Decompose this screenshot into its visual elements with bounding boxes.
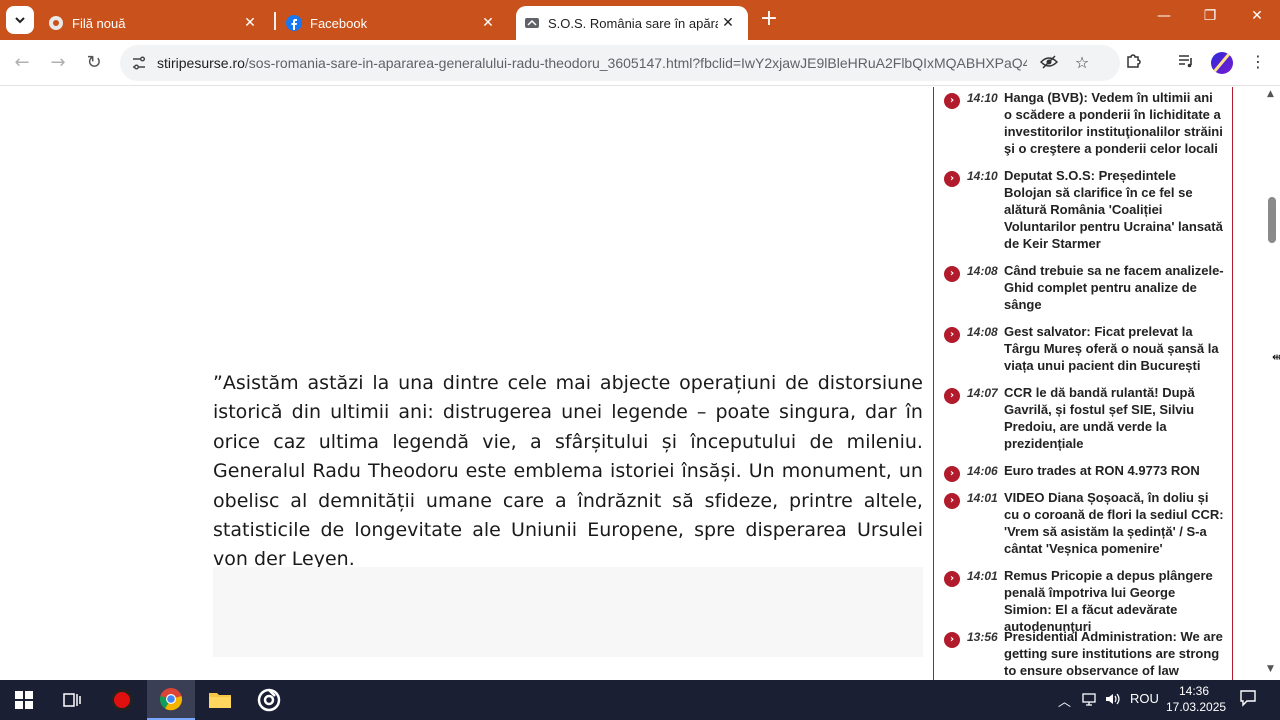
chevron-right-icon: › — [944, 93, 960, 109]
chevron-right-icon: › — [944, 266, 960, 282]
stiri-icon — [525, 18, 539, 28]
scroll-up-arrow-icon[interactable]: ▲ — [1267, 89, 1274, 99]
resize-cursor-icon: ⇹ — [1272, 350, 1280, 364]
taskbar-clock[interactable]: 14:36 17.03.2025 — [1166, 683, 1227, 715]
news-time: 14:07 — [967, 386, 998, 400]
new-tab-button[interactable]: + — [758, 8, 780, 30]
news-time: 14:08 — [967, 325, 998, 339]
tab-new-tab[interactable]: Filă nouă ✕ — [40, 6, 270, 40]
news-title[interactable]: Remus Pricopie a depus plângere penală î… — [1004, 567, 1224, 635]
back-arrow-icon[interactable]: ← — [10, 52, 34, 73]
latest-news-sidebar: › 14:10 Hanga (BVB): Vedem în ultimii an… — [933, 87, 1233, 680]
file-explorer-icon[interactable] — [196, 680, 244, 720]
chevron-right-icon: › — [944, 171, 960, 187]
language-indicator[interactable]: ROU — [1130, 691, 1159, 706]
ad-placeholder — [213, 567, 923, 657]
media-control-icon[interactable] — [1174, 52, 1198, 74]
notifications-icon[interactable] — [1239, 689, 1257, 710]
tab-divider — [274, 12, 276, 30]
news-time: 14:01 — [967, 491, 998, 505]
address-bar[interactable]: stiripesurse.ro/sos-romania-sare-in-apar… — [120, 45, 1120, 81]
url-host: stiripesurse.ro — [157, 55, 245, 71]
reload-icon[interactable]: ↻ — [82, 52, 106, 73]
tab-facebook[interactable]: Facebook ✕ — [278, 6, 508, 40]
chrome-icon — [49, 16, 63, 30]
news-title[interactable]: Gest salvator: Ficat prelevat la Târgu M… — [1004, 323, 1224, 374]
tab-label: S.O.S. România sare în apărarea — [548, 15, 718, 31]
site-settings-icon[interactable] — [130, 54, 148, 72]
url-text[interactable]: stiripesurse.ro/sos-romania-sare-in-apar… — [157, 55, 1027, 71]
news-title[interactable]: Deputat S.O.S: Președintele Bolojan să c… — [1004, 167, 1224, 252]
facebook-icon — [286, 15, 302, 31]
eye-slash-icon[interactable] — [1038, 53, 1060, 75]
news-title[interactable]: Presidential Administration: We are gett… — [1004, 628, 1224, 679]
chrome-taskbar-icon[interactable] — [147, 680, 195, 720]
news-time: 13:56 — [967, 630, 998, 644]
news-title[interactable]: Euro trades at RON 4.9773 RON — [1004, 462, 1224, 479]
news-title[interactable]: Când trebuie sa ne facem analizele- Ghid… — [1004, 262, 1224, 313]
tab-search-button[interactable] — [6, 6, 34, 34]
news-time: 14:10 — [967, 91, 998, 105]
close-window-icon[interactable]: ✕ — [1245, 8, 1269, 24]
scrollbar-thumb[interactable] — [1268, 197, 1276, 243]
url-path: /sos-romania-sare-in-apararea-generalulu… — [244, 55, 1027, 71]
chevron-up-icon[interactable]: ︿ — [1058, 691, 1071, 710]
chevron-right-icon: › — [944, 327, 960, 343]
news-title[interactable]: Hanga (BVB): Vedem în ultimii ani o scăd… — [1004, 89, 1224, 157]
page-scrollbar[interactable]: ▲ ▼ — [1264, 87, 1280, 680]
tab-active-article[interactable]: S.O.S. România sare în apărarea ✕ — [516, 6, 748, 40]
news-title[interactable]: CCR le dă bandă rulantă! După Gavrilă, ș… — [1004, 384, 1224, 452]
restore-icon[interactable]: ❐ — [1198, 8, 1222, 24]
clock-time: 14:36 — [1178, 684, 1210, 698]
clock-date: 17.03.2025 — [1166, 700, 1227, 714]
extensions-icon[interactable] — [1121, 52, 1145, 74]
tab-label: Filă nouă — [72, 15, 126, 31]
app-ring-icon[interactable] — [245, 680, 293, 720]
chevron-right-icon: › — [944, 493, 960, 509]
volume-icon[interactable] — [1104, 691, 1122, 710]
chevron-right-icon: › — [944, 388, 960, 404]
tab-label: Facebook — [310, 15, 368, 31]
news-title[interactable]: VIDEO Diana Șoșoacă, în doliu și cu o co… — [1004, 489, 1224, 557]
profile-avatar[interactable] — [1211, 52, 1233, 74]
news-time: 14:06 — [967, 464, 998, 478]
windows-taskbar: ︿ ROU 14:36 17.03.2025 — [0, 680, 1280, 720]
tab-strip: Filă nouă ✕ Facebook ✕ S.O.S. România sa… — [0, 0, 1280, 40]
windows-start-icon[interactable] — [0, 680, 48, 720]
screen-recorder-icon[interactable] — [98, 680, 146, 720]
bookmark-star-icon[interactable]: ☆ — [1071, 53, 1093, 72]
page-content: ”Asistăm astăzi la una dintre cele mai a… — [0, 87, 1280, 680]
news-time: 14:01 — [967, 569, 998, 583]
network-icon[interactable] — [1082, 691, 1098, 710]
task-view-icon[interactable] — [48, 680, 96, 720]
chevron-right-icon: › — [944, 466, 960, 482]
article-paragraph: ”Asistăm astăzi la una dintre cele mai a… — [213, 372, 923, 571]
chevron-down-icon — [15, 17, 25, 24]
browser-toolbar: ← → ↻ stiripesurse.ro/sos-romania-sare-i… — [0, 40, 1280, 86]
chevron-right-icon: › — [944, 632, 960, 648]
chevron-right-icon: › — [944, 571, 960, 587]
scroll-down-arrow-icon[interactable]: ▼ — [1267, 664, 1274, 674]
news-time: 14:08 — [967, 264, 998, 278]
close-icon[interactable]: ✕ — [242, 14, 258, 31]
news-time: 14:10 — [967, 169, 998, 183]
menu-kebab-icon[interactable]: ⋮ — [1246, 52, 1270, 71]
close-icon[interactable]: ✕ — [480, 14, 496, 31]
minimize-icon[interactable]: — — [1152, 8, 1176, 24]
forward-arrow-icon[interactable]: → — [46, 52, 70, 73]
close-icon[interactable]: ✕ — [720, 14, 736, 31]
